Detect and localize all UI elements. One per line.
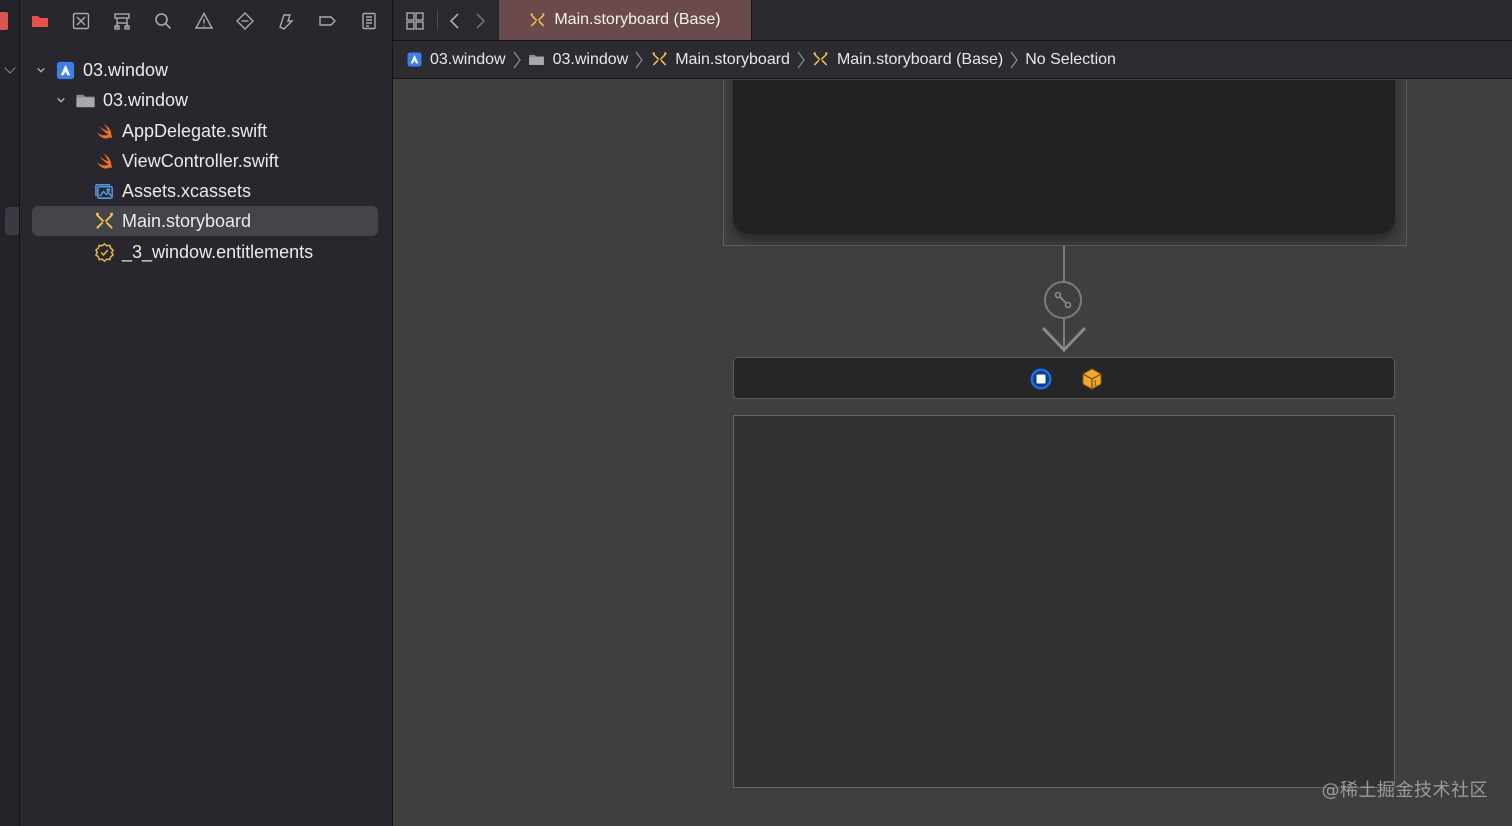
editor-area: Main.storyboard (Base) 03.window 03.wind…	[393, 0, 1512, 826]
segue-icon[interactable]	[1044, 281, 1082, 319]
tree-item-file[interactable]: ViewController.swift	[93, 146, 279, 176]
view-controller-view[interactable]	[733, 415, 1395, 788]
storyboard-canvas[interactable]: 1 @稀土掘金技术社区	[393, 80, 1512, 826]
test-icon[interactable]	[233, 9, 257, 33]
view-controller-icon[interactable]	[1029, 367, 1053, 391]
svg-text:1: 1	[1093, 381, 1097, 388]
breadcrumb-label: Main.storyboard	[675, 50, 790, 68]
tab-bar: Main.storyboard (Base)	[393, 0, 1512, 41]
swift-icon	[93, 150, 115, 172]
selection-indicator	[5, 207, 19, 235]
left-edge-strip	[0, 0, 20, 826]
tree-item-file[interactable]: AppDelegate.swift	[93, 116, 267, 146]
project-navigator: 03.window 03.window AppDelegate.swift Vi…	[20, 0, 393, 826]
project-icon	[405, 51, 423, 69]
tree-item-label: ViewController.swift	[122, 150, 279, 171]
tab-label: Main.storyboard (Base)	[554, 11, 721, 28]
close-indicator	[0, 12, 8, 30]
breakpoint-icon[interactable]	[315, 9, 339, 33]
arrow-down-icon	[1041, 326, 1087, 353]
tree-item-folder[interactable]: 03.window	[56, 85, 188, 115]
warning-icon[interactable]	[192, 9, 216, 33]
storyboard-icon	[530, 13, 545, 26]
breadcrumb-label: 03.window	[430, 50, 506, 68]
storyboard-icon	[650, 51, 668, 69]
breadcrumb-storyboard-base[interactable]: Main.storyboard (Base)	[812, 51, 1003, 69]
report-icon[interactable]	[357, 9, 381, 33]
breadcrumb-no-selection[interactable]: No Selection	[1025, 51, 1116, 69]
back-icon[interactable]	[444, 10, 466, 32]
tree-item-label: 03.window	[83, 59, 169, 80]
folder-icon	[528, 51, 546, 69]
breadcrumb-label: No Selection	[1025, 50, 1116, 68]
search-icon[interactable]	[151, 9, 175, 33]
storyboard-icon	[93, 210, 115, 232]
debug-icon[interactable]	[274, 9, 298, 33]
tree-item-label: AppDelegate.swift	[122, 120, 268, 141]
window-content-view[interactable]	[733, 80, 1395, 234]
assets-icon	[93, 180, 115, 202]
breadcrumb-label: 03.window	[552, 50, 629, 68]
watermark-text: @稀土掘金技术社区	[1321, 780, 1488, 801]
grid-icon[interactable]	[404, 10, 426, 32]
symbol-icon[interactable]	[110, 9, 134, 33]
chevron-right-icon	[510, 50, 524, 70]
view-controller-scene-dock[interactable]: 1	[733, 357, 1395, 399]
breadcrumb-folder[interactable]: 03.window	[528, 50, 629, 69]
tree-item-file-selected[interactable]: Main.storyboard	[32, 206, 378, 236]
source-control-icon[interactable]	[69, 9, 93, 33]
chevron-right-icon	[632, 50, 646, 70]
entitlements-icon	[93, 241, 115, 263]
tab-main-storyboard[interactable]: Main.storyboard (Base)	[499, 0, 752, 40]
swift-icon	[93, 120, 115, 142]
chevron-down-icon[interactable]	[36, 65, 46, 75]
project-icon	[54, 59, 76, 81]
first-responder-icon[interactable]: 1	[1080, 367, 1104, 391]
tree-item-project[interactable]: 03.window	[36, 55, 168, 85]
chevron-right-icon	[1007, 50, 1021, 70]
forward-icon[interactable]	[469, 10, 491, 32]
tree-item-file[interactable]: Assets.xcassets	[93, 176, 251, 206]
chevron-down-icon[interactable]	[56, 95, 66, 105]
navigator-toolbar	[20, 0, 392, 42]
breadcrumb-project[interactable]: 03.window	[405, 51, 506, 69]
storyboard-icon	[812, 51, 830, 69]
tree-item-label: 03.window	[103, 89, 189, 110]
tree-item-label: Main.storyboard	[122, 210, 252, 231]
divider	[437, 10, 438, 30]
breadcrumb-label: Main.storyboard (Base)	[836, 50, 1004, 68]
tree-item-label: _3_window.entitlements	[122, 241, 314, 262]
chevron-down-icon[interactable]	[4, 62, 16, 74]
folder-icon[interactable]	[28, 9, 52, 33]
tree-item-file[interactable]: _3_window.entitlements	[93, 237, 313, 267]
chevron-right-icon	[794, 50, 808, 70]
jump-bar: 03.window 03.window Main.storyboard Main…	[393, 41, 1512, 79]
breadcrumb-storyboard[interactable]: Main.storyboard	[650, 51, 790, 69]
folder-icon	[74, 89, 96, 111]
tree-item-label: Assets.xcassets	[122, 180, 252, 201]
